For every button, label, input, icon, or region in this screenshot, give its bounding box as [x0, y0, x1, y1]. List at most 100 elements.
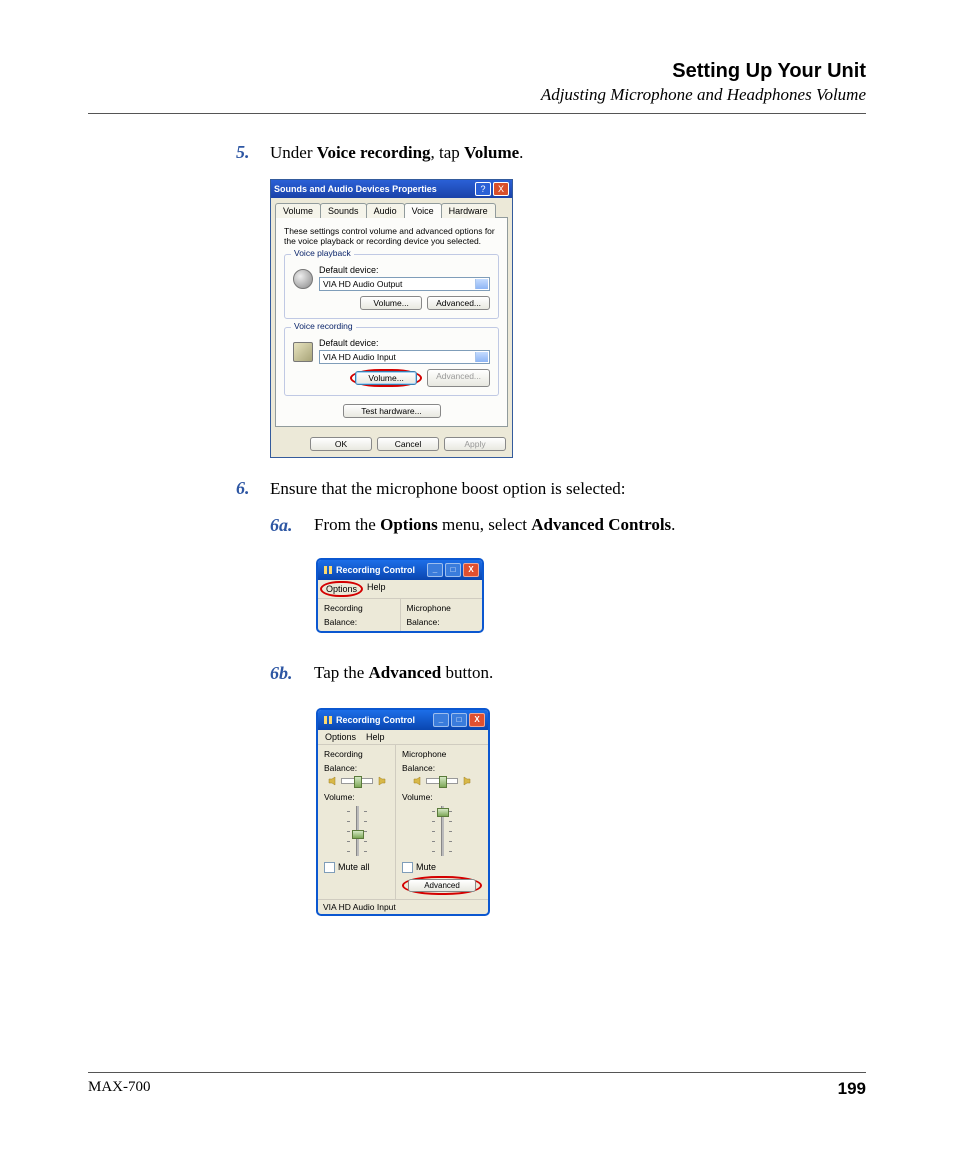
- footer-page-number: 199: [838, 1079, 866, 1099]
- help-menu[interactable]: Help: [361, 731, 390, 743]
- column-header: Recording: [324, 603, 394, 613]
- volume-label: Volume:: [324, 792, 389, 802]
- close-button[interactable]: X: [463, 563, 479, 577]
- footer-rule: [88, 1072, 866, 1073]
- text-segment: .: [519, 143, 523, 162]
- text-segment: , tap: [431, 143, 465, 162]
- dialog-buttons: OK Cancel Apply: [271, 431, 512, 457]
- close-button[interactable]: X: [469, 713, 485, 727]
- mute-row: Mute: [402, 862, 482, 873]
- voice-playback-group: Voice playback Default device: VIA HD Au…: [284, 254, 499, 319]
- balance-track: [426, 778, 458, 784]
- tab-voice[interactable]: Voice: [404, 203, 442, 218]
- ok-button[interactable]: OK: [310, 437, 372, 451]
- menubar: Options Help: [318, 580, 482, 599]
- options-menu[interactable]: Options: [320, 731, 361, 743]
- options-menu[interactable]: Options: [320, 581, 363, 597]
- window-buttons: _ □ X: [427, 563, 479, 577]
- apply-button[interactable]: Apply: [444, 437, 506, 451]
- playback-advanced-button[interactable]: Advanced...: [427, 296, 490, 310]
- volume-slider[interactable]: [352, 806, 362, 856]
- step-text: Ensure that the microphone boost option …: [270, 478, 626, 501]
- page-header: Setting Up Your Unit Adjusting Microphon…: [88, 60, 866, 105]
- microphone-column: Microphone Balance:: [401, 599, 483, 631]
- titlebar-buttons: ? X: [475, 182, 509, 196]
- step-6: 6. Ensure that the microphone boost opti…: [236, 478, 866, 501]
- highlight-ring: Volume...: [350, 369, 422, 387]
- speaker-left-icon: [413, 776, 423, 786]
- window-titlebar: Recording Control _ □ X: [318, 560, 482, 580]
- tab-sounds[interactable]: Sounds: [320, 203, 367, 218]
- mute-all-label: Mute all: [338, 862, 370, 872]
- minimize-button[interactable]: _: [433, 713, 449, 727]
- column-header: Microphone: [407, 603, 477, 613]
- device-row: Default device: VIA HD Audio Output Volu…: [293, 265, 490, 310]
- slider-thumb: [439, 776, 447, 788]
- button-row: Volume... Advanced...: [319, 369, 490, 387]
- default-device-label: Default device:: [319, 265, 490, 275]
- advanced-wrap: Advanced: [402, 876, 482, 895]
- step-number: 6.: [236, 478, 270, 501]
- tab-hardware[interactable]: Hardware: [441, 203, 496, 218]
- column-header: Microphone: [402, 749, 482, 759]
- default-device-label: Default device:: [319, 338, 490, 348]
- speaker-left-icon: [328, 776, 338, 786]
- screenshot-recording-control-small: Recording Control _ □ X Options Help Rec…: [316, 558, 484, 633]
- slider-thumb: [352, 830, 364, 839]
- volume-slider[interactable]: [437, 806, 447, 856]
- mixer-columns: Recording Balance: Microphone Balance:: [318, 599, 482, 631]
- maximize-button[interactable]: □: [445, 563, 461, 577]
- window-title: Recording Control: [336, 565, 415, 575]
- close-button[interactable]: X: [493, 182, 509, 196]
- recording-device-select[interactable]: VIA HD Audio Input: [319, 350, 490, 364]
- minimize-button[interactable]: _: [427, 563, 443, 577]
- window-title: Recording Control: [336, 715, 415, 725]
- help-button[interactable]: ?: [475, 182, 491, 196]
- window-titlebar: Recording Control _ □ X: [318, 710, 488, 730]
- dialog-title: Sounds and Audio Devices Properties: [274, 184, 437, 194]
- advanced-button[interactable]: Advanced: [408, 879, 476, 892]
- text-segment: Tap the: [314, 663, 369, 682]
- recording-control-window-full: Recording Control _ □ X Options Help Rec…: [316, 708, 490, 916]
- tab-audio[interactable]: Audio: [366, 203, 405, 218]
- mute-checkbox[interactable]: [402, 862, 413, 873]
- dialog-titlebar: Sounds and Audio Devices Properties ? X: [271, 180, 512, 198]
- tab-volume[interactable]: Volume: [275, 203, 321, 218]
- mixer-columns: Recording Balance: Volume:: [318, 745, 488, 899]
- mute-all-checkbox[interactable]: [324, 862, 335, 873]
- slider-thumb: [437, 808, 449, 817]
- header-rule: [88, 113, 866, 114]
- test-hardware-button[interactable]: Test hardware...: [343, 404, 441, 418]
- maximize-button[interactable]: □: [451, 713, 467, 727]
- groupbox-legend: Voice playback: [291, 248, 354, 258]
- volume-label: Volume:: [402, 792, 482, 802]
- balance-label: Balance:: [324, 617, 394, 627]
- device-info: Default device: VIA HD Audio Output Volu…: [319, 265, 490, 310]
- header-title: Setting Up Your Unit: [88, 60, 866, 83]
- balance-label: Balance:: [324, 763, 389, 773]
- balance-slider[interactable]: [324, 776, 389, 786]
- highlight-ring: Advanced: [402, 876, 482, 895]
- substep-text: Tap the Advanced button.: [314, 663, 493, 684]
- tab-pane: These settings control volume and advanc…: [275, 217, 508, 427]
- recording-column: Recording Balance:: [318, 599, 401, 631]
- screenshot-sounds-audio-properties: Sounds and Audio Devices Properties ? X …: [270, 179, 513, 458]
- help-menu[interactable]: Help: [363, 581, 390, 597]
- playback-device-select[interactable]: VIA HD Audio Output: [319, 277, 490, 291]
- pane-description: These settings control volume and advanc…: [284, 226, 499, 246]
- bold-text: Advanced: [369, 663, 442, 682]
- substep-number: 6b.: [270, 663, 314, 684]
- device-row: Default device: VIA HD Audio Input Volum…: [293, 338, 490, 387]
- step-number: 5.: [236, 142, 270, 165]
- cancel-button[interactable]: Cancel: [377, 437, 439, 451]
- select-value: VIA HD Audio Input: [323, 352, 396, 362]
- mute-all-row: Mute all: [324, 862, 389, 873]
- playback-volume-button[interactable]: Volume...: [360, 296, 422, 310]
- recording-advanced-button[interactable]: Advanced...: [427, 369, 490, 387]
- balance-slider[interactable]: [402, 776, 482, 786]
- text-segment: From the: [314, 515, 380, 534]
- recording-control-window: Recording Control _ □ X Options Help Rec…: [316, 558, 484, 633]
- select-value: VIA HD Audio Output: [323, 279, 402, 289]
- footer-product: MAX-700: [88, 1079, 151, 1099]
- recording-volume-button[interactable]: Volume...: [355, 371, 417, 385]
